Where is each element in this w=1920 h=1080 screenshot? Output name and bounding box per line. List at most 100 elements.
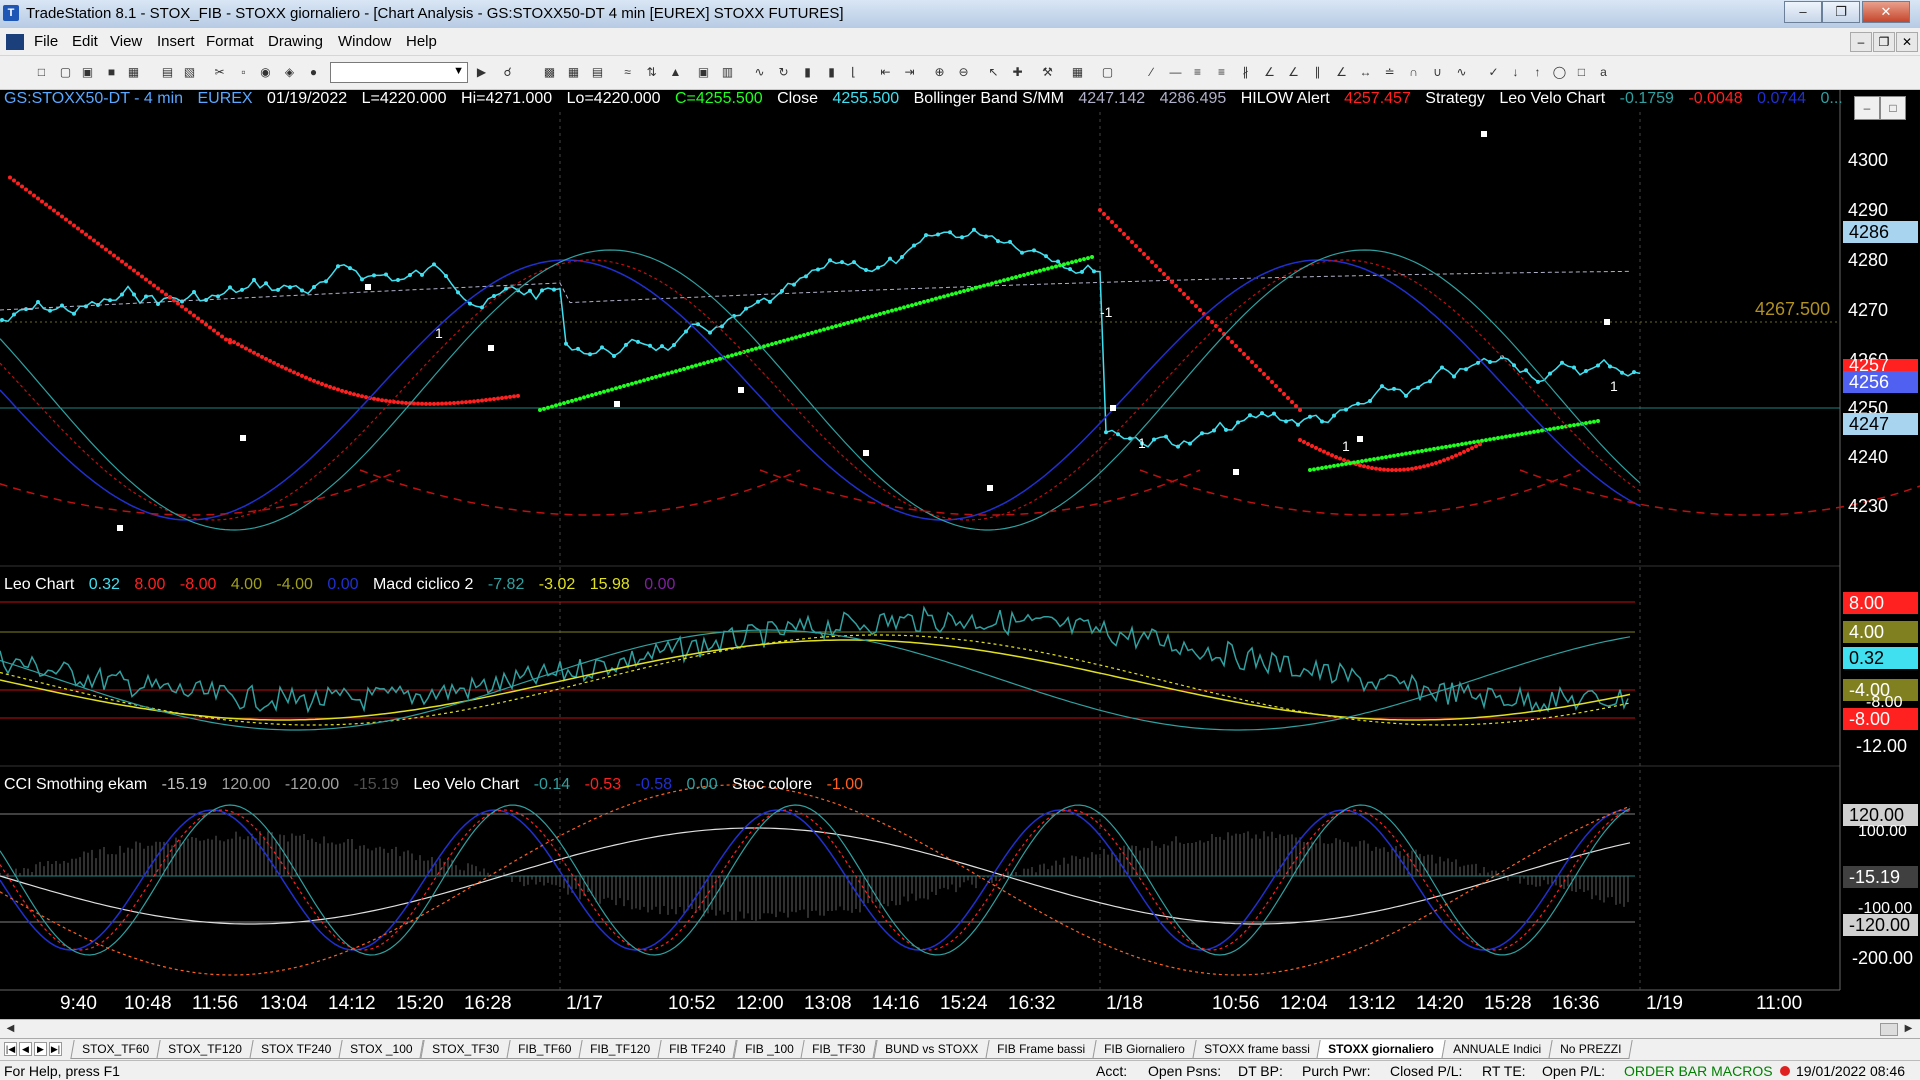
line-chart-icon[interactable]: ∿ bbox=[752, 65, 767, 80]
tab-stox-tf120[interactable]: STOX_TF120 bbox=[156, 1040, 254, 1059]
andrews-pitchfork-icon[interactable]: ≐ bbox=[1382, 65, 1397, 80]
menu-edit[interactable]: Edit bbox=[72, 33, 98, 50]
scroll-right-icon[interactable]: ▶ bbox=[1900, 1021, 1917, 1037]
hide-icon[interactable]: ▢ bbox=[1100, 65, 1115, 80]
fib-time-zone-icon[interactable]: ∦ bbox=[1238, 65, 1253, 80]
window-tile-icon[interactable]: ▥ bbox=[720, 65, 735, 80]
zoom-in-icon[interactable]: ⊕ bbox=[932, 65, 947, 80]
menu-view[interactable]: View bbox=[110, 33, 142, 50]
tools-icon[interactable]: ⚒ bbox=[1040, 65, 1055, 80]
cut-icon[interactable]: ✂ bbox=[212, 65, 227, 80]
save-icon[interactable]: ■ bbox=[104, 65, 119, 80]
pane-minimize-button[interactable]: – bbox=[1854, 96, 1880, 120]
symbol-lookup-icon[interactable]: ☌ bbox=[500, 65, 515, 80]
new-file-icon[interactable]: □ bbox=[34, 65, 49, 80]
maximize-button[interactable]: ❐ bbox=[1822, 1, 1860, 23]
print-preview-icon[interactable]: ▧ bbox=[182, 65, 197, 80]
tab-fib-tf240[interactable]: FIB TF240 bbox=[657, 1040, 738, 1059]
tab-fib-tf120[interactable]: FIB_TF120 bbox=[578, 1040, 662, 1059]
horizontal-line-icon[interactable]: — bbox=[1168, 65, 1183, 80]
arrow-up-icon[interactable]: ↑ bbox=[1530, 65, 1545, 80]
ellipse-icon[interactable]: ◯ bbox=[1552, 65, 1567, 80]
tab-fib-frame-bassi[interactable]: FIB Frame bassi bbox=[985, 1040, 1097, 1059]
fib-speed-icon[interactable]: ∥ bbox=[1310, 65, 1325, 80]
save-all-icon[interactable]: ▦ bbox=[126, 65, 141, 80]
tab-fib-giornaliero[interactable]: FIB Giornaliero bbox=[1092, 1040, 1197, 1059]
strategy-icon[interactable]: ⇅ bbox=[644, 65, 659, 80]
tab-next-icon[interactable]: ▶ bbox=[34, 1042, 47, 1056]
tab-fib-tf60[interactable]: FIB_TF60 bbox=[506, 1040, 583, 1059]
menu-file[interactable]: File bbox=[34, 33, 58, 50]
fib-arc-icon[interactable]: ∩ bbox=[1406, 65, 1421, 80]
menu-insert[interactable]: Insert bbox=[157, 33, 195, 50]
regression-icon[interactable]: ∠ bbox=[1334, 65, 1349, 80]
order-bar-macros[interactable]: ORDER BAR MACROS bbox=[1624, 1063, 1773, 1079]
tab-stox-tf240[interactable]: STOX TF240 bbox=[249, 1040, 343, 1059]
mdi-close-button[interactable]: ✕ bbox=[1896, 32, 1918, 52]
bar-chart-icon[interactable]: ▮ bbox=[824, 65, 839, 80]
radarscreen-icon[interactable]: ▦ bbox=[566, 65, 581, 80]
mdi-minimize-button[interactable]: – bbox=[1850, 32, 1872, 52]
rectangle-icon[interactable]: □ bbox=[1574, 65, 1589, 80]
buy-arrow-icon[interactable]: ✓ bbox=[1486, 65, 1501, 80]
analysis-icon[interactable]: ▲ bbox=[668, 65, 683, 80]
order-bar-icon[interactable]: ▦ bbox=[1070, 65, 1085, 80]
tab-stox-tf60[interactable]: STOX_TF60 bbox=[70, 1040, 161, 1059]
tab-fib-100[interactable]: FIB _100 bbox=[733, 1040, 806, 1059]
fib-retracement-icon[interactable]: ≡ bbox=[1214, 65, 1229, 80]
tab-stox-100[interactable]: STOX _100 bbox=[338, 1040, 425, 1059]
menu-drawing[interactable]: Drawing bbox=[268, 33, 323, 50]
move-right-icon[interactable]: ⇥ bbox=[902, 65, 917, 80]
close-button[interactable]: ✕ bbox=[1862, 1, 1910, 23]
tab-bund-vs-stoxx[interactable]: BUND vs STOXX bbox=[873, 1040, 990, 1059]
chart-window-icon-btn[interactable]: ▩ bbox=[542, 65, 557, 80]
scroll-left-icon[interactable]: ◀ bbox=[2, 1021, 19, 1037]
go-arrow-icon[interactable]: ▶ bbox=[474, 65, 489, 80]
tab-first-icon[interactable]: |◀ bbox=[4, 1042, 17, 1056]
color-palette-icon[interactable]: ● bbox=[306, 65, 321, 80]
minimize-button[interactable]: – bbox=[1784, 1, 1822, 23]
print-icon[interactable]: ▤ bbox=[160, 65, 175, 80]
indicator-icon[interactable]: ≈ bbox=[620, 65, 635, 80]
measure-icon[interactable]: ↔ bbox=[1358, 65, 1373, 80]
arrow-down-icon[interactable]: ↓ bbox=[1508, 65, 1523, 80]
horizontal-scrollbar[interactable]: ◀ ▶ bbox=[0, 1019, 1920, 1038]
tab-no-prezzi[interactable]: No PREZZI bbox=[1548, 1040, 1634, 1059]
move-left-icon[interactable]: ⇤ bbox=[878, 65, 893, 80]
fib-circle-icon[interactable]: ∪ bbox=[1430, 65, 1445, 80]
tradestation-app-icon[interactable]: T bbox=[3, 5, 19, 21]
tab-prev-icon[interactable]: ◀ bbox=[19, 1042, 32, 1056]
chart-window-icon[interactable] bbox=[6, 34, 24, 50]
candlestick-icon[interactable]: ▮ bbox=[800, 65, 815, 80]
open-workspace-icon[interactable]: ▣ bbox=[80, 65, 95, 80]
lock-icon[interactable]: ◉ bbox=[258, 65, 273, 80]
chart-area[interactable]: GS:STOXX50-DT - 4 min EUREX 01/19/2022 L… bbox=[0, 90, 1920, 1030]
link-icon[interactable]: ◈ bbox=[282, 65, 297, 80]
format-icon[interactable]: ▣ bbox=[696, 65, 711, 80]
text-icon[interactable]: a bbox=[1596, 65, 1611, 80]
menu-format[interactable]: Format bbox=[206, 33, 254, 50]
tab-fib-tf30[interactable]: FIB_TF30 bbox=[800, 1040, 878, 1059]
tab-stoxx-giornaliero[interactable]: STOXX giornaliero bbox=[1316, 1040, 1446, 1059]
speed-lines-icon[interactable]: ∠ bbox=[1286, 65, 1301, 80]
zoom-out-icon[interactable]: ⊖ bbox=[956, 65, 971, 80]
tab-last-icon[interactable]: ▶| bbox=[49, 1042, 62, 1056]
pointer-icon[interactable]: ↖ bbox=[986, 65, 1001, 80]
channel-icon[interactable]: ≡ bbox=[1190, 65, 1205, 80]
menu-help[interactable]: Help bbox=[406, 33, 437, 50]
open-folder-icon[interactable]: ▢ bbox=[58, 65, 73, 80]
tab-stoxx-frame-bassi[interactable]: STOXX frame bassi bbox=[1191, 1040, 1322, 1059]
matrix-icon[interactable]: ▤ bbox=[590, 65, 605, 80]
pane-restore-button[interactable]: □ bbox=[1880, 96, 1906, 120]
tab-annuale-indici[interactable]: ANNUALE Indici bbox=[1441, 1040, 1553, 1059]
menu-window[interactable]: Window bbox=[338, 33, 391, 50]
copy-icon[interactable]: ▫ bbox=[236, 65, 251, 80]
refresh-icon[interactable]: ↻ bbox=[776, 65, 791, 80]
ohlc-icon[interactable]: ⌊ bbox=[846, 65, 861, 80]
tab-stox-tf30[interactable]: STOX_TF30 bbox=[420, 1040, 511, 1059]
scroll-thumb[interactable] bbox=[1880, 1023, 1898, 1036]
trendline-icon[interactable]: ∕ bbox=[1144, 65, 1159, 80]
freehand-icon[interactable]: ∿ bbox=[1454, 65, 1469, 80]
chart-canvas[interactable] bbox=[0, 90, 1920, 1020]
symbol-combo[interactable]: ▼ bbox=[330, 62, 468, 83]
